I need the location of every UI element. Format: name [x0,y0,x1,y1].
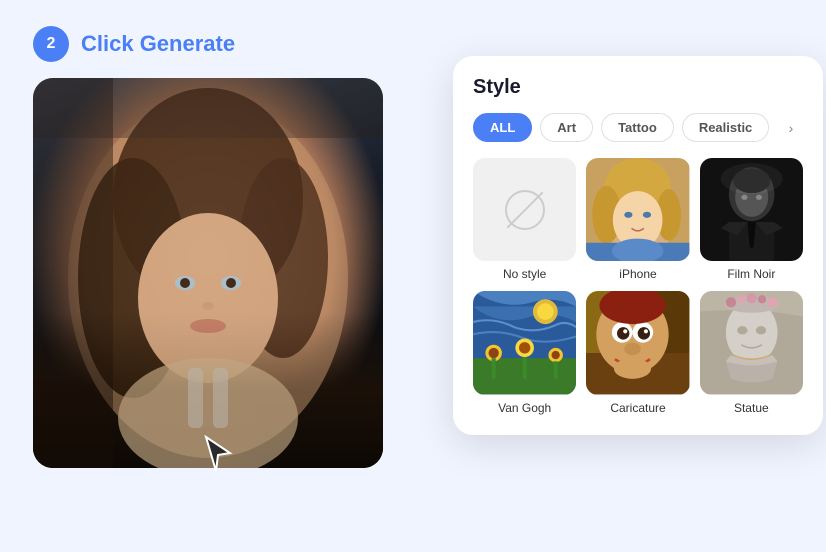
filter-art[interactable]: Art [540,113,593,142]
filter-all[interactable]: ALL [473,113,532,142]
step-number: 2 [33,26,69,62]
style-item-statue[interactable]: Statue [700,291,803,414]
style-label-no-style: No style [503,267,546,281]
cursor-arrow [202,435,234,478]
style-label-van-gogh: Van Gogh [498,401,551,415]
style-thumb-statue [700,291,803,394]
film-noir-thumb-svg [700,158,803,261]
no-style-icon [505,190,545,230]
style-grid: No style [473,158,803,415]
photo-svg [33,78,383,468]
source-photo [33,78,383,468]
left-section: 2 Click Generate [33,26,403,468]
style-panel: Style ALL Art Tattoo Realistic › No styl… [453,56,823,435]
iphone-thumb-svg [586,158,689,261]
style-label-statue: Statue [734,401,769,415]
style-item-film-noir[interactable]: Film Noir [700,158,803,281]
style-item-caricature[interactable]: Caricature [586,291,689,414]
style-label-iphone: iPhone [619,267,656,281]
step-text: Click Generate [81,31,235,57]
style-thumb-film-noir [700,158,803,261]
photo-wrapper [33,78,383,468]
style-thumb-caricature [586,291,689,394]
filter-chevron-icon[interactable]: › [779,116,803,140]
van-gogh-thumb-svg [473,291,576,394]
statue-thumb-svg [700,291,803,394]
style-thumb-no-style [473,158,576,261]
panel-title: Style [473,76,803,99]
filter-realistic[interactable]: Realistic [682,113,769,142]
style-item-van-gogh[interactable]: Van Gogh [473,291,576,414]
main-container: 2 Click Generate [33,26,793,526]
caricature-thumb-svg [586,291,689,394]
style-item-iphone[interactable]: iPhone [586,158,689,281]
filter-bar: ALL Art Tattoo Realistic › [473,113,803,142]
step-label: 2 Click Generate [33,26,403,62]
style-item-no-style[interactable]: No style [473,158,576,281]
filter-tattoo[interactable]: Tattoo [601,113,674,142]
style-thumb-iphone [586,158,689,261]
style-label-film-noir: Film Noir [727,267,775,281]
style-label-caricature: Caricature [610,401,665,415]
style-thumb-van-gogh [473,291,576,394]
